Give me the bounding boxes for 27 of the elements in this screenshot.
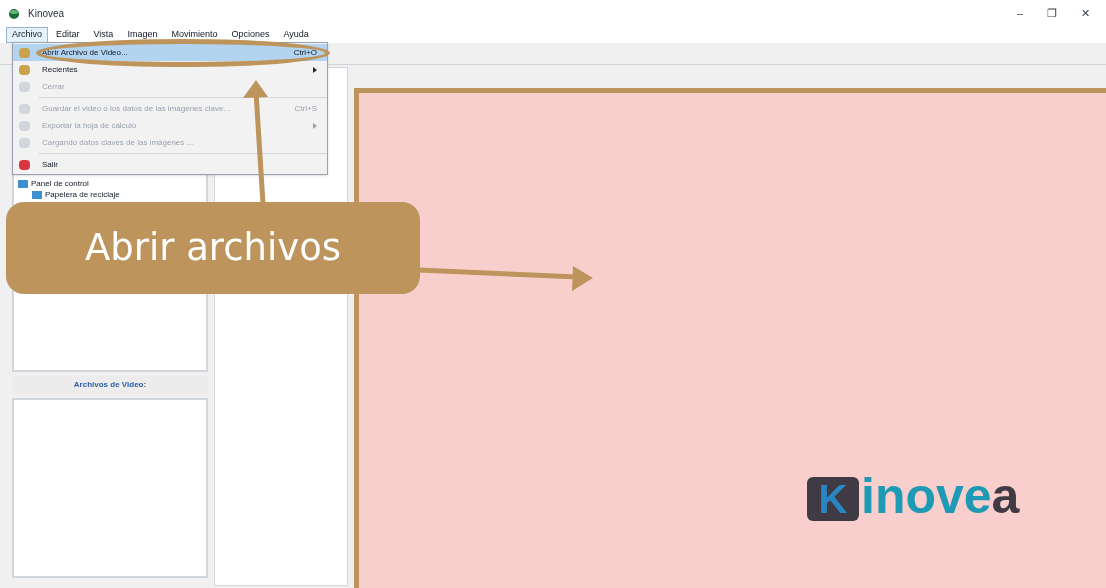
menu-icon bbox=[19, 103, 30, 114]
window-title: Kinovea bbox=[28, 7, 65, 21]
callout: Abrir archivos bbox=[6, 202, 420, 294]
tree-item[interactable]: Papelera de reciclaje bbox=[45, 189, 120, 200]
submenu-icon bbox=[313, 66, 317, 73]
window-control[interactable]: ✕ bbox=[1081, 5, 1090, 22]
submenu-icon bbox=[313, 122, 317, 129]
logo: K inovea bbox=[807, 471, 1020, 521]
app-icon bbox=[8, 7, 20, 20]
menu-item[interactable]: Ayuda bbox=[277, 27, 315, 43]
window-control[interactable]: ❐ bbox=[1047, 5, 1057, 22]
menu-item[interactable]: Archivo bbox=[6, 27, 48, 43]
menu-icon bbox=[19, 64, 30, 75]
menu-item[interactable]: Imagen bbox=[121, 27, 164, 43]
menu-item[interactable]: Movimiento bbox=[165, 27, 224, 43]
menu-item[interactable]: Editar bbox=[50, 27, 86, 43]
window-control[interactable]: – bbox=[1016, 5, 1023, 22]
panel-title: Archivos de Video: bbox=[12, 376, 208, 394]
menu-item[interactable]: Vista bbox=[87, 27, 120, 43]
menu-icon bbox=[19, 120, 30, 131]
tree-item[interactable]: Panel de control bbox=[31, 178, 89, 189]
menu-icon bbox=[19, 137, 30, 148]
menu-item[interactable]: Opciones bbox=[225, 27, 276, 43]
menu-icon bbox=[19, 81, 30, 92]
menu-icon bbox=[19, 47, 30, 58]
menu-entry[interactable]: Salir bbox=[13, 156, 327, 173]
menu-icon bbox=[19, 159, 30, 170]
